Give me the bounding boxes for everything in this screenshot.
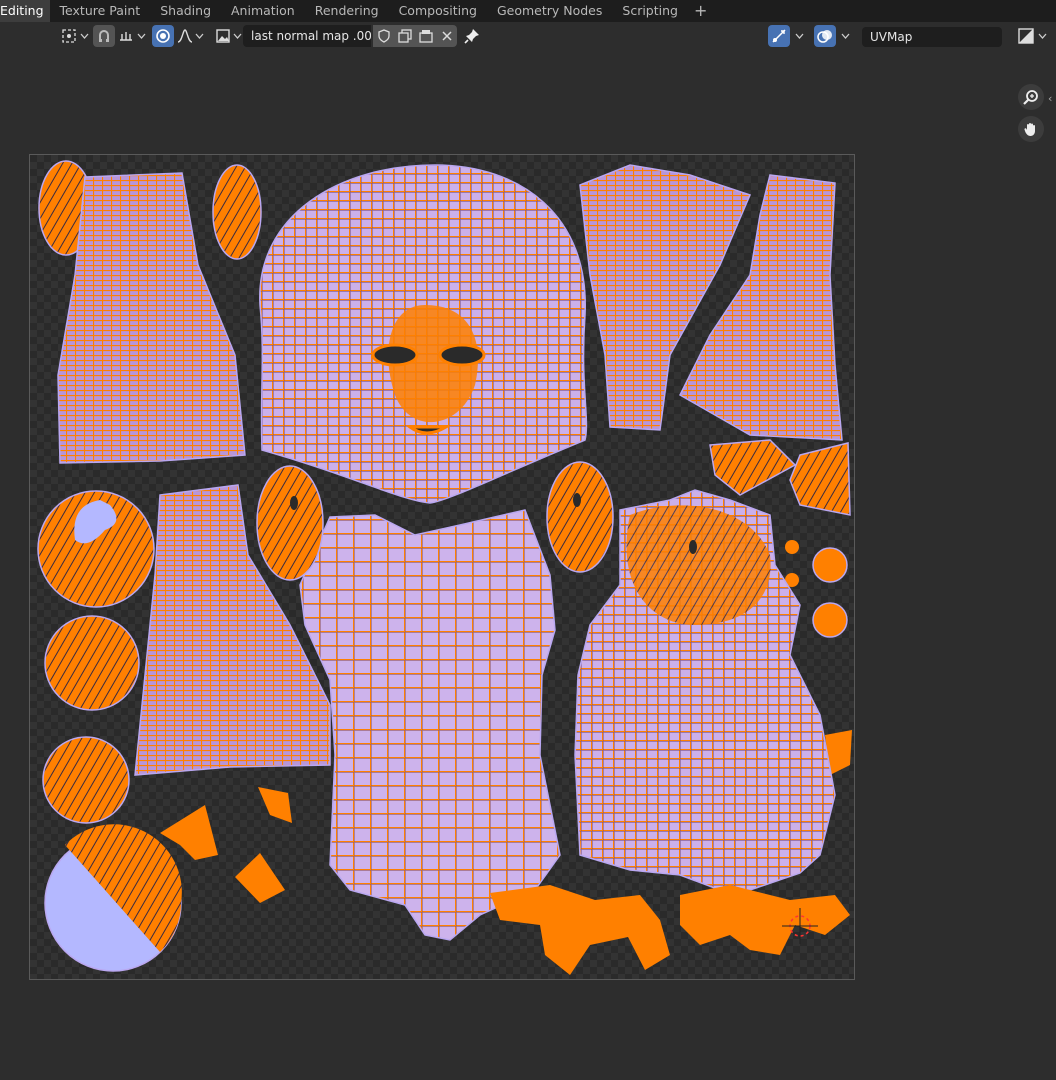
image-icon[interactable] [213,25,233,47]
overlay-dropdown-icon[interactable] [839,25,851,47]
falloff-dropdown-icon[interactable] [193,25,205,47]
tab-animation[interactable]: Animation [221,0,305,22]
snap-dropdown-icon[interactable] [135,25,147,47]
uv-island-ear [37,490,155,608]
proportional-edit-icon[interactable] [152,25,174,47]
display-mode-dropdown-icon[interactable] [1036,25,1048,47]
uv-island-foot-right [212,164,262,260]
pivot-dropdown-icon[interactable] [78,25,90,47]
uv-map-selector[interactable]: UVMap [862,27,1002,47]
new-image-icon[interactable] [415,25,436,47]
close-icon[interactable] [436,25,457,47]
tab-rendering[interactable]: Rendering [305,0,389,22]
uv-island-eye-round-1 [44,615,140,711]
workspace-tab-bar: Editing Texture Paint Shading Animation … [0,0,1056,22]
tab-compositing[interactable]: Compositing [389,0,487,22]
pin-icon[interactable] [462,25,482,47]
uv-image-canvas[interactable] [29,154,855,980]
tab-editing[interactable]: Editing [0,0,50,22]
uv-island-mouth-pieces [490,885,850,975]
fake-user-icon[interactable] [373,25,394,47]
uv-island-skull-cap [44,824,182,972]
duplicate-icon[interactable] [394,25,415,47]
uv-island-head [259,164,588,504]
add-workspace-button[interactable]: + [688,0,713,22]
zoom-icon[interactable] [1018,84,1044,110]
snap-target-icon[interactable] [115,25,137,47]
sidebar-toggle-icon[interactable]: ‹ [1048,92,1052,105]
tab-shading[interactable]: Shading [150,0,221,22]
tab-geometry-nodes[interactable]: Geometry Nodes [487,0,612,22]
pivot-point-icon[interactable] [58,25,80,47]
uv-sync-icon[interactable] [768,25,790,47]
falloff-curve-icon[interactable] [175,25,195,47]
image-actions-group [373,25,457,47]
tab-texture-paint[interactable]: Texture Paint [50,0,151,22]
uv-island-eye-ellipse-left [256,465,324,581]
uv-island-eye-ellipse-right [546,461,614,573]
tab-scripting[interactable]: Scripting [612,0,688,22]
uv-island-torso [299,509,561,941]
display-mode-icon[interactable] [1016,25,1036,47]
overlay-icon[interactable] [814,25,836,47]
uv-sync-dropdown-icon[interactable] [793,25,805,47]
uv-island-eye-round-2 [42,736,130,824]
pan-hand-icon[interactable] [1018,116,1044,142]
uv-editor-header: last normal map .003 UVMap [0,22,1056,50]
image-name-field[interactable]: last normal map .003 [243,25,371,47]
snap-icon[interactable] [93,25,115,47]
image-dropdown-icon[interactable] [231,25,243,47]
